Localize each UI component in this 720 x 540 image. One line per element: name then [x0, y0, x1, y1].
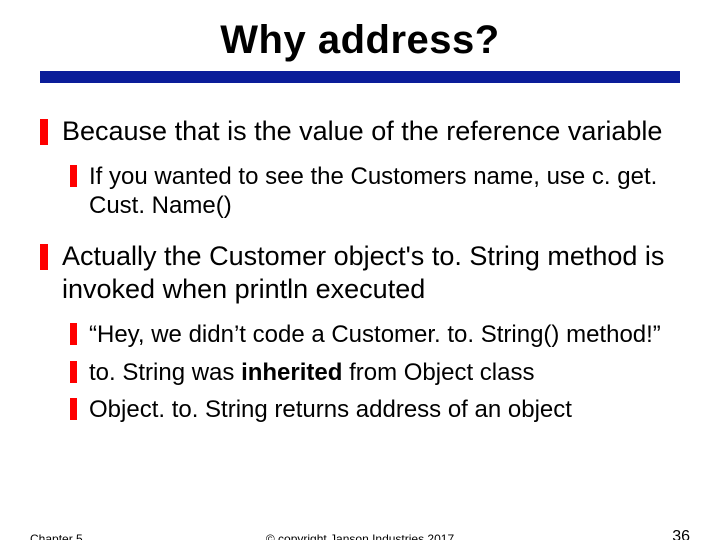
title-underline: [40, 71, 680, 83]
bullet-level1: Actually the Customer object's to. Strin…: [40, 240, 680, 306]
bullet-text-bold: inherited: [241, 359, 342, 386]
bullet-text: Object. to. String returns address of an…: [89, 395, 572, 424]
bullet-level2: Object. to. String returns address of an…: [70, 395, 680, 424]
bullet-text-pre: to. String was: [89, 359, 241, 386]
bullet-marker-icon: [70, 398, 77, 420]
bullet-level2: If you wanted to see the Customers name,…: [70, 162, 680, 221]
slide-content: Because that is the value of the referen…: [0, 83, 720, 424]
bullet-marker-icon: [40, 119, 48, 145]
bullet-level2: “Hey, we didn’t code a Customer. to. Str…: [70, 320, 680, 349]
bullet-marker-icon: [70, 323, 77, 345]
slide: Why address? Because that is the value o…: [0, 18, 720, 540]
bullet-text: If you wanted to see the Customers name,…: [89, 162, 680, 221]
footer-page-number: 36: [672, 528, 690, 540]
bullet-level1: Because that is the value of the referen…: [40, 115, 680, 148]
bullet-level2: to. String was inherited from Object cla…: [70, 358, 680, 387]
bullet-text: to. String was inherited from Object cla…: [89, 358, 534, 387]
bullet-text-post: from Object class: [342, 359, 534, 386]
bullet-text: “Hey, we didn’t code a Customer. to. Str…: [89, 320, 661, 349]
footer-copyright: © copyright Janson Industries 2017: [0, 532, 720, 540]
bullet-text: Actually the Customer object's to. Strin…: [62, 240, 680, 306]
bullet-text: Because that is the value of the referen…: [62, 115, 662, 148]
bullet-marker-icon: [70, 165, 77, 187]
bullet-marker-icon: [70, 361, 77, 383]
slide-title: Why address?: [0, 18, 720, 63]
slide-footer: Chapter 5 © copyright Janson Industries …: [0, 526, 720, 540]
bullet-marker-icon: [40, 244, 48, 270]
